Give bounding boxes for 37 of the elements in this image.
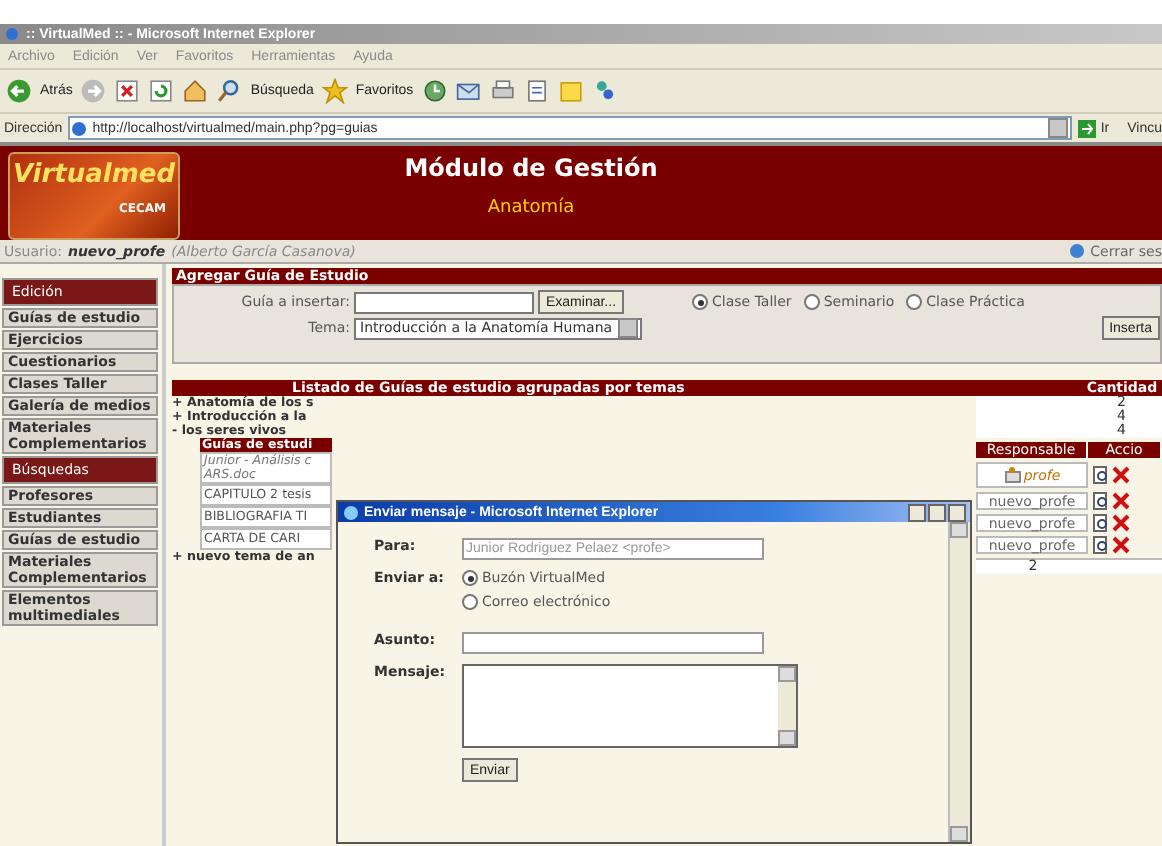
subject-title: Anatomía xyxy=(487,198,575,218)
file-input-field[interactable] xyxy=(354,291,534,313)
browser-icon xyxy=(342,503,360,521)
view-document-icon[interactable] xyxy=(1092,492,1110,510)
browser-icon xyxy=(4,26,20,42)
view-document-icon[interactable] xyxy=(1092,514,1110,532)
delete-icon[interactable] xyxy=(1112,536,1130,554)
logout-icon xyxy=(1068,242,1087,260)
delete-icon[interactable] xyxy=(1112,492,1130,510)
search-icon[interactable] xyxy=(216,78,243,104)
minimize-button[interactable] xyxy=(908,503,926,521)
star-icon[interactable] xyxy=(321,78,348,104)
refresh-icon[interactable] xyxy=(148,78,175,104)
subject-field[interactable] xyxy=(462,632,764,654)
edit-icon[interactable] xyxy=(523,78,550,104)
delete-icon[interactable] xyxy=(1112,514,1130,532)
message-field[interactable] xyxy=(462,664,798,748)
delete-icon[interactable] xyxy=(1112,466,1130,484)
user-icon xyxy=(1003,466,1022,484)
home-icon[interactable] xyxy=(182,78,209,104)
radio-button[interactable] xyxy=(462,570,478,586)
history-icon[interactable] xyxy=(421,78,448,104)
close-button[interactable] xyxy=(948,503,966,521)
stop-icon[interactable] xyxy=(114,78,141,104)
page-icon xyxy=(70,119,89,137)
maximize-button[interactable] xyxy=(928,503,946,521)
radio-button[interactable] xyxy=(462,594,478,610)
radio-button[interactable] xyxy=(803,294,820,310)
radio-button[interactable] xyxy=(692,294,709,310)
back-icon[interactable] xyxy=(6,78,32,104)
page-title: Módulo de Gestión xyxy=(404,154,658,182)
scrollbar[interactable] xyxy=(948,522,970,842)
view-document-icon[interactable] xyxy=(1092,536,1110,554)
mail-icon[interactable] xyxy=(455,78,482,104)
printer-icon[interactable] xyxy=(489,78,516,104)
radio-button[interactable] xyxy=(906,294,923,310)
view-document-icon[interactable] xyxy=(1092,466,1110,484)
